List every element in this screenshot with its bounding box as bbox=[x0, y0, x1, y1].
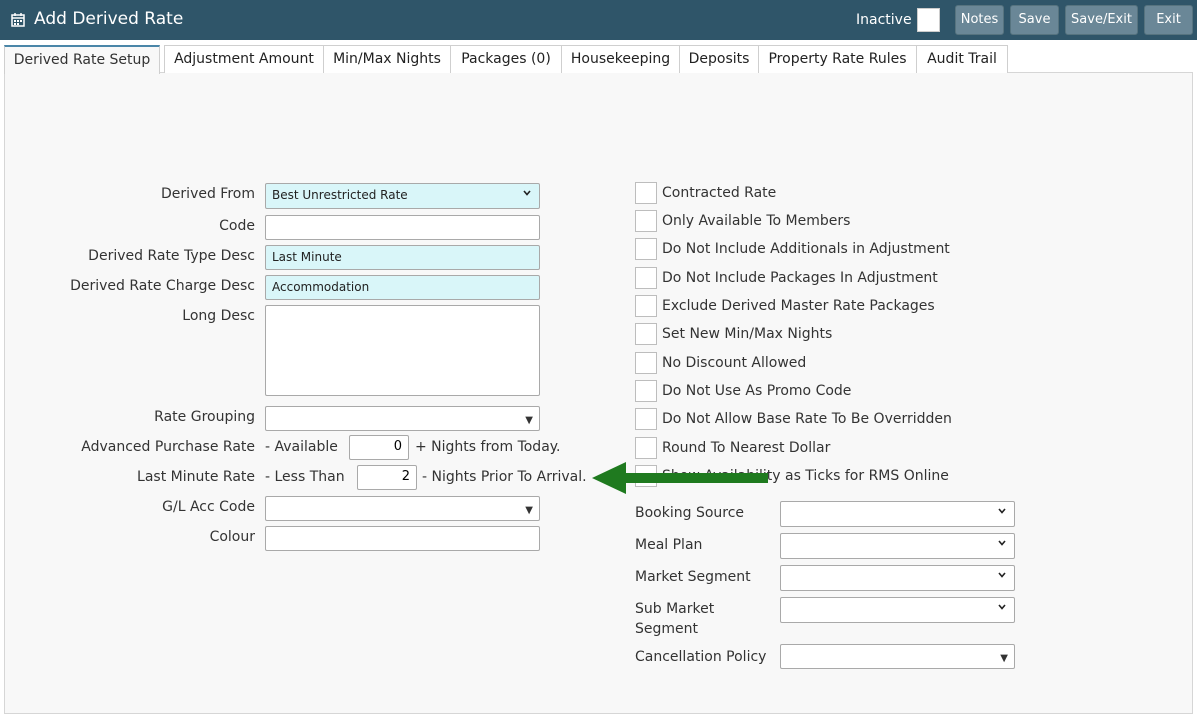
tab-housekeeping[interactable]: Housekeeping bbox=[561, 45, 680, 73]
checkbox-label: Round To Nearest Dollar bbox=[662, 440, 831, 456]
charge-desc-label: Derived Rate Charge Desc bbox=[70, 278, 255, 294]
derived-from-label: Derived From bbox=[161, 186, 255, 202]
checkbox-label: Set New Min/Max Nights bbox=[662, 326, 833, 342]
checkbox-label: Do Not Include Additionals in Adjustment bbox=[662, 241, 950, 257]
checkbox-set-min-max[interactable] bbox=[635, 323, 657, 345]
checkbox-label: Do Not Use As Promo Code bbox=[662, 383, 852, 399]
calendar-icon bbox=[11, 13, 25, 27]
checkbox-round-dollar[interactable] bbox=[635, 437, 657, 459]
checkbox-members-only[interactable] bbox=[635, 210, 657, 232]
long-desc-label: Long Desc bbox=[182, 308, 255, 324]
tab-adjustment-amount[interactable]: Adjustment Amount bbox=[164, 45, 324, 73]
cancellation-label: Cancellation Policy bbox=[635, 649, 767, 665]
chevron-down-icon bbox=[998, 508, 1006, 514]
code-label: Code bbox=[219, 218, 255, 234]
rate-grouping-select[interactable]: ▼ bbox=[265, 406, 540, 431]
adv-purchase-prefix: - Available bbox=[265, 439, 338, 455]
checkbox-no-override[interactable] bbox=[635, 408, 657, 430]
sub-market-select[interactable] bbox=[780, 597, 1015, 623]
top-bar: Add Derived Rate Inactive Notes Save Sav… bbox=[0, 0, 1197, 40]
cancellation-select[interactable]: ▼ bbox=[780, 644, 1015, 669]
checkbox-label: Do Not Allow Base Rate To Be Overridden bbox=[662, 411, 952, 427]
dropdown-arrow-icon: ▼ bbox=[525, 415, 533, 426]
last-minute-input[interactable]: 2 bbox=[357, 465, 417, 490]
exit-button[interactable]: Exit bbox=[1144, 5, 1193, 35]
gl-code-select[interactable]: ▼ bbox=[265, 496, 540, 521]
last-minute-label: Last Minute Rate bbox=[137, 469, 255, 485]
inactive-checkbox[interactable] bbox=[917, 8, 940, 32]
checkbox-no-packages[interactable] bbox=[635, 267, 657, 289]
save-button[interactable]: Save bbox=[1010, 5, 1059, 35]
rate-grouping-label: Rate Grouping bbox=[154, 409, 255, 425]
checkbox-label: Exclude Derived Master Rate Packages bbox=[662, 298, 935, 314]
checkbox-label: No Discount Allowed bbox=[662, 355, 807, 371]
chevron-down-icon bbox=[998, 572, 1006, 578]
booking-source-label: Booking Source bbox=[635, 505, 745, 521]
colour-input[interactable] bbox=[265, 526, 540, 551]
sub-market-label-line2: Segment bbox=[635, 621, 698, 637]
meal-plan-label: Meal Plan bbox=[635, 537, 703, 553]
annotation-arrow-icon bbox=[592, 462, 768, 494]
dropdown-arrow-icon: ▼ bbox=[525, 505, 533, 516]
chevron-down-icon bbox=[998, 540, 1006, 546]
adv-purchase-input[interactable]: 0 bbox=[349, 435, 409, 460]
long-desc-textarea[interactable] bbox=[265, 305, 540, 396]
checkbox-label: Contracted Rate bbox=[662, 185, 777, 201]
checkbox-no-promo[interactable] bbox=[635, 380, 657, 402]
checkbox-exclude-master-packages[interactable] bbox=[635, 295, 657, 317]
dropdown-arrow-icon: ▼ bbox=[1000, 653, 1008, 664]
last-minute-suffix: - Nights Prior To Arrival. bbox=[422, 469, 587, 485]
page-title: Add Derived Rate bbox=[34, 9, 184, 29]
derived-from-value: Best Unrestricted Rate bbox=[272, 188, 408, 202]
tab-packages[interactable]: Packages (0) bbox=[450, 45, 562, 73]
booking-source-select[interactable] bbox=[780, 501, 1015, 527]
type-desc-label: Derived Rate Type Desc bbox=[88, 248, 255, 264]
checkbox-label: Do Not Include Packages In Adjustment bbox=[662, 270, 938, 286]
adv-purchase-suffix: + Nights from Today. bbox=[415, 439, 561, 455]
checkbox-no-discount[interactable] bbox=[635, 352, 657, 374]
checkbox-contracted-rate[interactable] bbox=[635, 182, 657, 204]
derived-from-select[interactable]: Best Unrestricted Rate bbox=[265, 183, 540, 209]
checkbox-label: Only Available To Members bbox=[662, 213, 851, 229]
tab-derived-rate-setup[interactable]: Derived Rate Setup bbox=[4, 45, 160, 74]
tab-property-rate-rules[interactable]: Property Rate Rules bbox=[758, 45, 917, 73]
chevron-down-icon bbox=[998, 604, 1006, 610]
notes-button[interactable]: Notes bbox=[955, 5, 1004, 35]
checkbox-no-additionals[interactable] bbox=[635, 238, 657, 260]
tab-min-max-nights[interactable]: Min/Max Nights bbox=[323, 45, 451, 73]
colour-label: Colour bbox=[209, 529, 255, 545]
meal-plan-select[interactable] bbox=[780, 533, 1015, 559]
tab-audit-trail[interactable]: Audit Trail bbox=[916, 45, 1008, 73]
adv-purchase-label: Advanced Purchase Rate bbox=[81, 439, 255, 455]
tab-deposits[interactable]: Deposits bbox=[679, 45, 759, 73]
type-desc-input[interactable]: Last Minute bbox=[265, 245, 540, 270]
market-segment-select[interactable] bbox=[780, 565, 1015, 591]
market-segment-label: Market Segment bbox=[635, 569, 751, 585]
gl-code-label: G/L Acc Code bbox=[162, 499, 255, 515]
code-input[interactable] bbox=[265, 215, 540, 240]
charge-desc-input[interactable]: Accommodation bbox=[265, 275, 540, 300]
sub-market-label: Sub Market bbox=[635, 601, 715, 617]
save-exit-button[interactable]: Save/Exit bbox=[1065, 5, 1138, 35]
last-minute-prefix: - Less Than bbox=[265, 469, 345, 485]
chevron-down-icon bbox=[523, 190, 531, 196]
inactive-label: Inactive bbox=[856, 12, 912, 28]
